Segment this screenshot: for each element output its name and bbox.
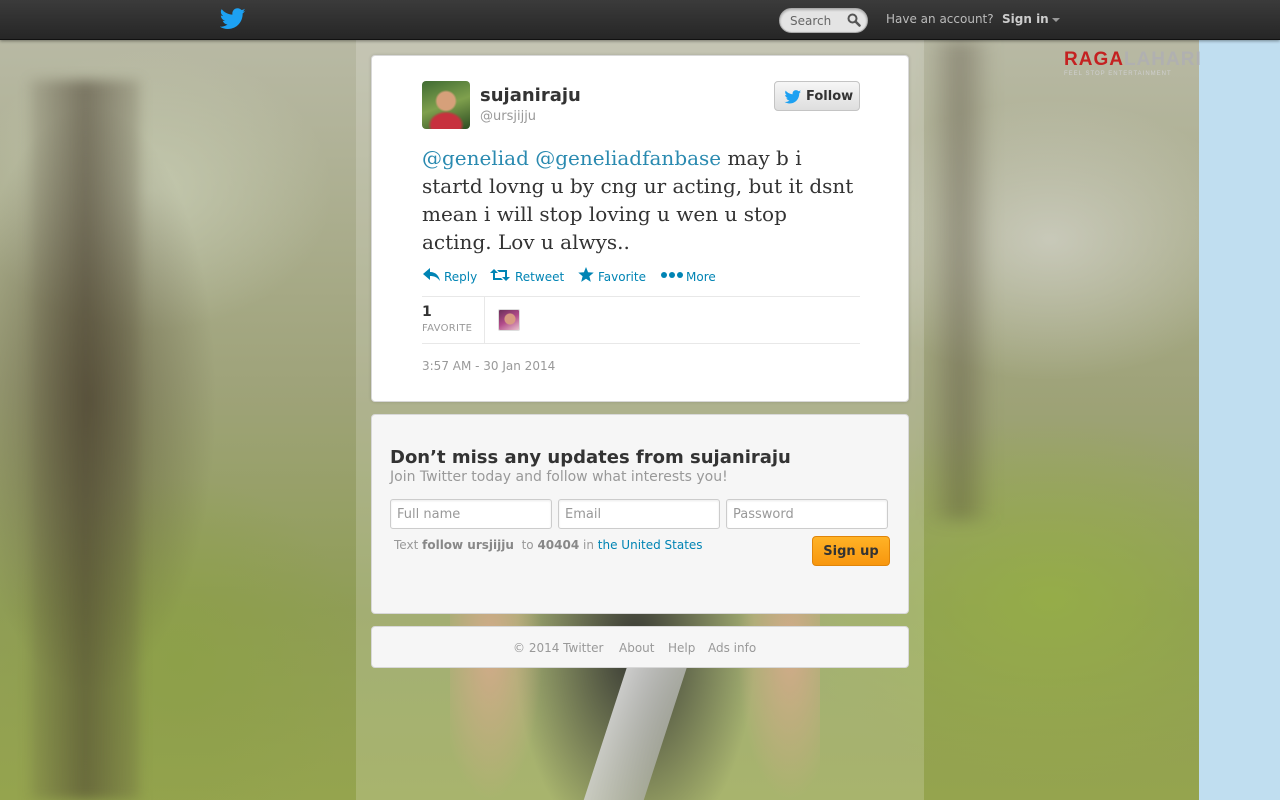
sign-in-link[interactable]: Sign in — [1002, 12, 1049, 26]
search-input[interactable] — [790, 13, 846, 29]
watermark-tagline: FEEL STOP ENTERTAINMENT — [1064, 71, 1172, 77]
user-screen-name[interactable]: @ursjijju — [480, 109, 536, 124]
more-button[interactable]: More — [661, 266, 721, 286]
watermark-brand-red: RAGA — [1064, 49, 1124, 70]
retweet-label: Retweet — [515, 270, 565, 284]
background-tree-trunk — [30, 80, 140, 800]
stats-divider — [484, 297, 485, 344]
tweet-text: @geneliad @geneliadfanbase may b i start… — [422, 144, 862, 256]
retweet-icon — [490, 269, 510, 281]
signup-card: Don’t miss any updates from sujaniraju J… — [371, 414, 909, 614]
star-icon — [578, 267, 594, 282]
have-account-text: Have an account? — [886, 12, 994, 26]
full-name-field[interactable] — [390, 499, 552, 529]
favorite-button[interactable]: Favorite — [577, 266, 655, 286]
magnifier-icon[interactable] — [847, 13, 861, 27]
follow-button[interactable]: Follow — [774, 81, 860, 111]
footer-about-link[interactable]: About — [619, 641, 654, 655]
dots-icon — [661, 272, 683, 278]
reply-arrow-icon — [423, 268, 440, 281]
mention-link[interactable]: @geneliadfanbase — [535, 146, 721, 170]
search-box[interactable] — [779, 8, 868, 33]
email-field[interactable] — [558, 499, 720, 529]
reply-label: Reply — [444, 270, 478, 284]
retweet-button[interactable]: Retweet — [490, 266, 570, 286]
password-field[interactable] — [726, 499, 888, 529]
watermark-brand-grey: LAHARI — [1123, 49, 1202, 70]
footer-copyright: © 2014 Twitter — [513, 641, 604, 655]
watermark-logo: RAGALAHARI FEEL STOP ENTERTAINMENT — [1064, 49, 1201, 80]
sign-up-button[interactable]: Sign up — [812, 536, 890, 566]
footer-ads-info-link[interactable]: Ads info — [708, 641, 756, 655]
favorite-label: Favorite — [598, 270, 646, 284]
signup-title: Don’t miss any updates from sujaniraju — [390, 447, 791, 468]
more-label: More — [686, 270, 716, 284]
avatar[interactable] — [422, 81, 470, 129]
favoriter-avatar[interactable] — [498, 309, 520, 331]
sms-text-label: Text — [394, 538, 419, 552]
signup-subtitle: Join Twitter today and follow what inter… — [390, 469, 728, 485]
mention-link[interactable]: @geneliad — [422, 146, 529, 170]
sms-in-label: in — [583, 538, 594, 552]
footer: © 2014 Twitter About Help Ads info — [371, 626, 909, 668]
tweet-card: sujaniraju @ursjijju Follow @geneliad @g… — [371, 55, 909, 402]
follow-button-label: Follow — [806, 88, 854, 104]
sms-follow-hint: Text follow ursjijju to 40404 in the Uni… — [394, 538, 703, 552]
top-navigation-bar: Have an account? Sign in — [0, 0, 1280, 40]
footer-help-link[interactable]: Help — [668, 641, 695, 655]
sms-number: 40404 — [537, 538, 580, 552]
favorites-label: FAVORITE — [422, 323, 473, 334]
twitter-bird-icon — [784, 90, 802, 104]
sms-command: follow ursjijju — [422, 538, 514, 552]
country-link[interactable]: the United States — [598, 538, 703, 552]
user-full-name[interactable]: sujaniraju — [480, 85, 581, 106]
chevron-down-icon[interactable] — [1052, 18, 1060, 22]
twitter-bird-icon[interactable] — [220, 8, 246, 30]
background-tree-trunk-right — [930, 40, 990, 520]
favorites-count: 1 — [422, 304, 432, 320]
sms-to-label: to — [521, 538, 534, 552]
tweet-timestamp[interactable]: 3:57 AM - 30 Jan 2014 — [422, 359, 555, 373]
tweet-stats: 1 FAVORITE — [422, 296, 860, 344]
reply-button[interactable]: Reply — [422, 266, 482, 286]
